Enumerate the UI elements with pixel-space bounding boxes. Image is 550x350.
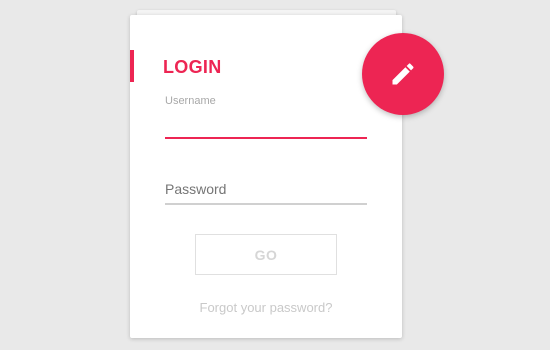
- go-button[interactable]: GO: [195, 234, 337, 275]
- login-stage: LOGIN Username GO Forgot your password?: [0, 0, 550, 350]
- password-field[interactable]: [165, 175, 367, 205]
- forgot-password-link[interactable]: Forgot your password?: [130, 300, 402, 315]
- edit-fab-button[interactable]: [362, 33, 444, 115]
- username-label: Username: [165, 95, 216, 107]
- username-field[interactable]: [165, 111, 367, 139]
- login-card: LOGIN Username GO Forgot your password?: [130, 15, 402, 338]
- login-title: LOGIN: [163, 57, 222, 77]
- title-accent-bar: [130, 50, 134, 82]
- pencil-icon: [392, 63, 414, 85]
